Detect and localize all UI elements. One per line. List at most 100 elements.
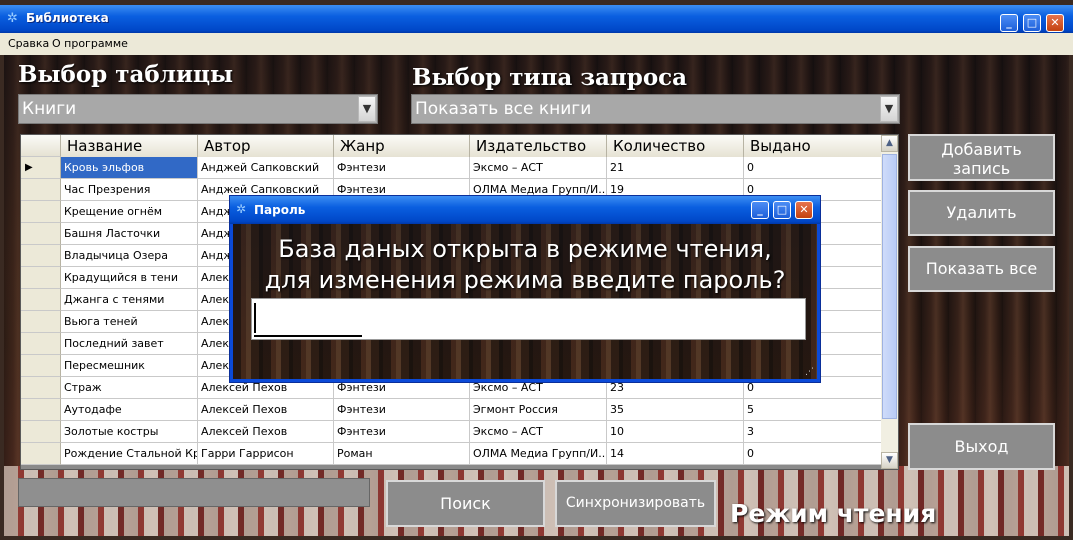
grid-scrollbar[interactable]: ▲ ▼ [881, 135, 898, 469]
cell-quantity[interactable]: 14 [607, 443, 744, 465]
cell-issued[interactable]: 0 [744, 157, 883, 179]
close-button[interactable]: ✕ [795, 201, 813, 219]
table-row[interactable]: Золотые костры Алексей Пехов Фэнтези Эксмо … [21, 421, 883, 443]
cell-genre[interactable]: Фэнтези [334, 399, 470, 421]
cell-publisher[interactable]: Эксмо – АСТ [470, 421, 607, 443]
cell-title[interactable]: Час Презрения [61, 179, 198, 201]
grid-header: Название Автор Жанр Издательство Количес… [21, 135, 883, 157]
cell-quantity[interactable]: 35 [607, 399, 744, 421]
cell-title[interactable]: Вьюга теней [61, 311, 198, 333]
scroll-up-icon[interactable]: ▲ [881, 135, 898, 152]
dialog-message: База даных открыта в режиме чтения, для … [233, 234, 817, 296]
table-row[interactable]: Аутодафе Алексей Пехов Фэнтези Эгмонт Росси… [21, 399, 883, 421]
show-all-button[interactable]: Показать все [908, 246, 1055, 292]
menu-item-about[interactable]: О программе [52, 37, 128, 50]
dialog-body: База даных открыта в режиме чтения, для … [233, 224, 817, 379]
cell-publisher[interactable]: ОЛМА Медиа Групп/И... [470, 443, 607, 465]
minimize-button[interactable]: _ [751, 201, 769, 219]
menu-item-sravka[interactable]: Сравка [8, 37, 49, 50]
cell-genre[interactable]: Роман [334, 443, 470, 465]
close-button[interactable]: ✕ [1046, 14, 1064, 32]
app-icon: ✲ [7, 11, 18, 26]
column-header-issued[interactable]: Выдано [744, 135, 883, 157]
column-header-genre[interactable]: Жанр [334, 135, 470, 157]
app-icon: ✲ [236, 202, 247, 216]
row-header[interactable] [21, 223, 61, 245]
cell-quantity[interactable]: 10 [607, 421, 744, 443]
cell-author[interactable]: Алексей Пехов [198, 421, 334, 443]
chevron-down-icon[interactable]: ▼ [880, 96, 898, 122]
exit-button[interactable]: Выход [908, 423, 1055, 470]
row-header[interactable] [21, 289, 61, 311]
cell-quantity[interactable]: 21 [607, 157, 744, 179]
chevron-down-icon[interactable]: ▼ [358, 96, 376, 122]
cell-title[interactable]: Владычица Озера [61, 245, 198, 267]
minimize-button[interactable]: _ [1000, 14, 1018, 32]
cell-title[interactable]: Рождение Стальной Кр... [61, 443, 198, 465]
cell-title[interactable]: Пересмешник [61, 355, 198, 377]
row-header[interactable] [21, 201, 61, 223]
add-record-button[interactable]: Добавить запись [908, 134, 1055, 181]
cell-author[interactable]: Гарри Гаррисон [198, 443, 334, 465]
table-row[interactable]: ▶ Кровь эльфов Анджей Сапковский Фэнтези Экс… [21, 157, 883, 179]
dialog-title: Пароль [254, 203, 306, 217]
column-header-quantity[interactable]: Количество [607, 135, 744, 157]
column-header-publisher[interactable]: Издательство [470, 135, 607, 157]
cell-title[interactable]: Кровь эльфов [61, 157, 198, 179]
cell-author[interactable]: Анджей Сапковский [198, 157, 334, 179]
delete-button[interactable]: Удалить [908, 190, 1055, 236]
row-header[interactable] [21, 267, 61, 289]
password-input[interactable] [251, 298, 806, 340]
column-header-title[interactable]: Название [61, 135, 198, 157]
scroll-down-icon[interactable]: ▼ [881, 452, 898, 469]
row-header[interactable] [21, 355, 61, 377]
cell-title[interactable]: Аутодафе [61, 399, 198, 421]
dialog-message-line-2: для изменения режима введите пароль? [264, 266, 786, 294]
row-header[interactable] [21, 443, 61, 465]
row-header[interactable] [21, 377, 61, 399]
maximize-button[interactable]: □ [773, 201, 791, 219]
cell-author[interactable]: Алексей Пехов [198, 399, 334, 421]
table-row[interactable]: Рождение Стальной Кр... Гарри Гаррисон Ром… [21, 443, 883, 465]
row-header[interactable] [21, 421, 61, 443]
query-select-value: Показать все книги [415, 99, 592, 119]
search-input[interactable] [18, 478, 370, 507]
window-title: Библиотека [26, 11, 109, 25]
cell-title[interactable]: Страж [61, 377, 198, 399]
password-dialog: ✲ Пароль _ □ ✕ База даных открыта в режи… [229, 195, 821, 383]
cell-issued[interactable]: 5 [744, 399, 883, 421]
cell-issued[interactable]: 0 [744, 443, 883, 465]
cell-title[interactable]: Крадущийся в тени [61, 267, 198, 289]
row-header[interactable] [21, 179, 61, 201]
table-select-value: Книги [22, 99, 77, 119]
row-header[interactable] [21, 311, 61, 333]
dialog-message-line-1: База даных открыта в режиме чтения, [278, 235, 772, 263]
dialog-title-bar[interactable]: ✲ Пароль _ □ ✕ [230, 196, 820, 224]
cell-publisher[interactable]: Эксмо – АСТ [470, 157, 607, 179]
row-header[interactable]: ▶ [21, 157, 61, 179]
cell-genre[interactable]: Фэнтези [334, 421, 470, 443]
mode-status-label: Режим чтения [730, 499, 937, 528]
row-header[interactable] [21, 245, 61, 267]
query-select-label: Выбор типа запроса [412, 64, 688, 91]
title-bar[interactable]: ✲ Библиотека _ □ ✕ [0, 5, 1073, 33]
cell-publisher[interactable]: Эгмонт Россия [470, 399, 607, 421]
maximize-button[interactable]: □ [1023, 14, 1041, 32]
cell-title[interactable]: Крещение огнём [61, 201, 198, 223]
resize-grip-icon[interactable]: ⋰ [805, 367, 815, 377]
cell-title[interactable]: Золотые костры [61, 421, 198, 443]
query-select-combo[interactable]: Показать все книги ▼ [411, 94, 900, 124]
row-header[interactable] [21, 399, 61, 421]
sync-button[interactable]: Синхронизировать [555, 480, 716, 527]
table-select-combo[interactable]: Книги ▼ [18, 94, 378, 124]
cell-genre[interactable]: Фэнтези [334, 157, 470, 179]
column-header-author[interactable]: Автор [198, 135, 334, 157]
cell-title[interactable]: Джанга с тенями [61, 289, 198, 311]
cell-title[interactable]: Последний завет [61, 333, 198, 355]
row-header[interactable] [21, 333, 61, 355]
scroll-thumb[interactable] [882, 154, 897, 419]
cell-issued[interactable]: 3 [744, 421, 883, 443]
search-button[interactable]: Поиск [386, 480, 545, 527]
input-underline [254, 335, 362, 337]
cell-title[interactable]: Башня Ласточки [61, 223, 198, 245]
